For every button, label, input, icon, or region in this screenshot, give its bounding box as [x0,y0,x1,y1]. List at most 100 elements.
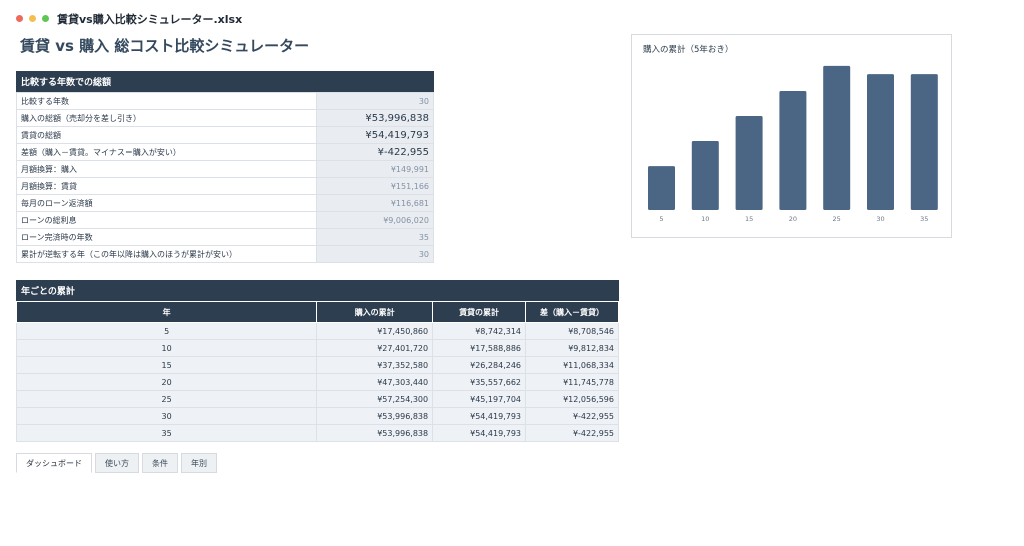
purchase-total-cell[interactable]: ¥27,401,720 [316,339,434,357]
purchase-total-cell[interactable]: ¥53,996,838 [316,407,434,425]
yearly-header: 年ごとの累計 [16,280,619,301]
sheet-tabs: ダッシュボード 使い方 条件 年別 [16,453,220,473]
summary-row: 月額換算：賃貸 ¥151,166 [15,177,434,195]
sheet-tab[interactable]: 条件 [142,453,178,473]
summary-value[interactable]: ¥53,996,838 [316,109,434,127]
summary-value[interactable]: ¥9,006,020 [316,211,434,229]
summary-row: 差額（購入－賃貸。マイナス＝購入が安い） ¥-422,955 [15,143,434,161]
chart-bar [779,90,807,210]
title-bar: 賃貸vs購入比較シミュレーター.xlsx [0,0,1024,36]
summary-row: 累計が逆転する年（この年以降は購入のほうが累計が安い） 30 [15,245,434,263]
sheet-tab[interactable]: 年別 [181,453,217,473]
difference-cell[interactable]: ¥-422,955 [525,424,619,442]
summary-value[interactable]: ¥116,681 [316,194,434,212]
purchase-total-cell[interactable]: ¥17,450,860 [316,322,434,340]
table-row: 25 ¥57,254,300 ¥45,197,704 ¥12,056,596 [15,390,619,408]
chart-bar [867,74,894,210]
x-tick-label: 25 [833,215,841,223]
rent-total-cell[interactable]: ¥45,197,704 [432,390,527,408]
close-window-button[interactable] [16,15,23,22]
purchase-cumulative-chart: 購入の累計（5年おき） 5 10 15 20 25 30 35 [631,34,952,238]
chart-bar [735,115,763,210]
difference-cell[interactable]: ¥11,068,334 [525,356,619,374]
rent-total-cell[interactable]: ¥35,557,662 [432,373,527,391]
year-cell[interactable]: 20 [15,373,318,391]
summary-label: 差額（購入－賃貸。マイナス＝購入が安い） [15,143,318,161]
summary-table: 比較する年数 30 購入の総額（売却分を差し引き） ¥53,996,838 賃貸の総額 ¥… [15,92,434,263]
table-row: 30 ¥53,996,838 ¥54,419,793 ¥-422,955 [15,407,619,425]
summary-label: 累計が逆転する年（この年以降は購入のほうが累計が安い） [15,245,318,263]
x-tick-label: 5 [659,215,663,223]
sheet-tab[interactable]: 使い方 [95,453,139,473]
year-cell[interactable]: 5 [15,322,318,340]
col-year: 年 [15,301,318,323]
year-cell[interactable]: 30 [15,407,318,425]
yearly-table: 年 購入の累計 賃貸の累計 差（購入－賃貸） 5 ¥17,450,860 ¥8,74… [15,301,619,442]
summary-label: 賃貸の総額 [15,126,318,144]
rent-total-cell[interactable]: ¥54,419,793 [432,424,527,442]
col-purchase-total: 購入の累計 [316,301,434,323]
x-tick-label: 30 [876,215,884,223]
difference-cell[interactable]: ¥8,708,546 [525,322,619,340]
table-row: 5 ¥17,450,860 ¥8,742,314 ¥8,708,546 [15,322,619,340]
summary-header: 比較する年数での総額 [16,71,434,92]
summary-value[interactable]: ¥-422,955 [316,143,434,161]
purchase-total-cell[interactable]: ¥47,303,440 [316,373,434,391]
summary-label: 購入の総額（売却分を差し引き） [15,109,318,127]
difference-cell[interactable]: ¥12,056,596 [525,390,619,408]
table-row: 10 ¥27,401,720 ¥17,588,886 ¥9,812,834 [15,339,619,357]
x-tick-label: 35 [920,215,928,223]
summary-value[interactable]: 35 [316,228,434,246]
x-tick-label: 10 [701,215,709,223]
year-cell[interactable]: 10 [15,339,318,357]
rent-total-cell[interactable]: ¥26,284,246 [432,356,527,374]
summary-row: 比較する年数 30 [15,92,434,110]
minimize-window-button[interactable] [29,15,36,22]
purchase-total-cell[interactable]: ¥37,352,580 [316,356,434,374]
difference-cell[interactable]: ¥-422,955 [525,407,619,425]
summary-value[interactable]: ¥149,991 [316,160,434,178]
purchase-total-cell[interactable]: ¥57,254,300 [316,390,434,408]
rent-total-cell[interactable]: ¥17,588,886 [432,339,527,357]
table-row: 20 ¥47,303,440 ¥35,557,662 ¥11,745,778 [15,373,619,391]
summary-label: ローン完済時の年数 [15,228,318,246]
year-cell[interactable]: 15 [15,356,318,374]
summary-value[interactable]: ¥151,166 [316,177,434,195]
chart-bar [823,65,851,211]
chart-bar [691,141,719,210]
difference-cell[interactable]: ¥9,812,834 [525,339,619,357]
summary-value[interactable]: 30 [316,92,434,110]
purchase-total-cell[interactable]: ¥53,996,838 [316,424,434,442]
x-tick-label: 15 [745,215,753,223]
summary-label: 月額換算：賃貸 [15,177,318,195]
summary-label: 月額換算：購入 [15,160,318,178]
difference-cell[interactable]: ¥11,745,778 [525,373,619,391]
summary-row: ローンの総利息 ¥9,006,020 [15,211,434,229]
year-cell[interactable]: 35 [15,424,318,442]
rent-total-cell[interactable]: ¥54,419,793 [432,407,527,425]
summary-label: 比較する年数 [15,92,318,110]
summary-value[interactable]: ¥54,419,793 [316,126,434,144]
rent-total-cell[interactable]: ¥8,742,314 [432,322,527,340]
sheet-tab[interactable]: ダッシュボード [16,453,92,473]
page-title: 賃貸 vs 購入 総コスト比較シミュレーター [20,37,310,55]
summary-row: 購入の総額（売却分を差し引き） ¥53,996,838 [15,109,434,127]
summary-row: 毎月のローン返済額 ¥116,681 [15,194,434,212]
summary-label: 毎月のローン返済額 [15,194,318,212]
chart-plot: 5 10 15 20 25 30 35 [648,65,938,223]
chart-bar [910,74,938,210]
summary-row: ローン完済時の年数 35 [15,228,434,246]
x-tick-label: 20 [789,215,797,223]
maximize-window-button[interactable] [42,15,49,22]
table-row: 15 ¥37,352,580 ¥26,284,246 ¥11,068,334 [15,356,619,374]
table-row: 35 ¥53,996,838 ¥54,419,793 ¥-422,955 [15,424,619,442]
col-rent-total: 賃貸の累計 [432,301,527,323]
year-cell[interactable]: 25 [15,390,318,408]
summary-row: 賃貸の総額 ¥54,419,793 [15,126,434,144]
file-name: 賃貸vs購入比較シミュレーター.xlsx [57,13,243,26]
summary-value[interactable]: 30 [316,245,434,263]
yearly-header-row: 年 購入の累計 賃貸の累計 差（購入－賃貸） [15,301,619,323]
summary-label: ローンの総利息 [15,211,318,229]
col-difference: 差（購入－賃貸） [525,301,619,323]
summary-row: 月額換算：購入 ¥149,991 [15,160,434,178]
